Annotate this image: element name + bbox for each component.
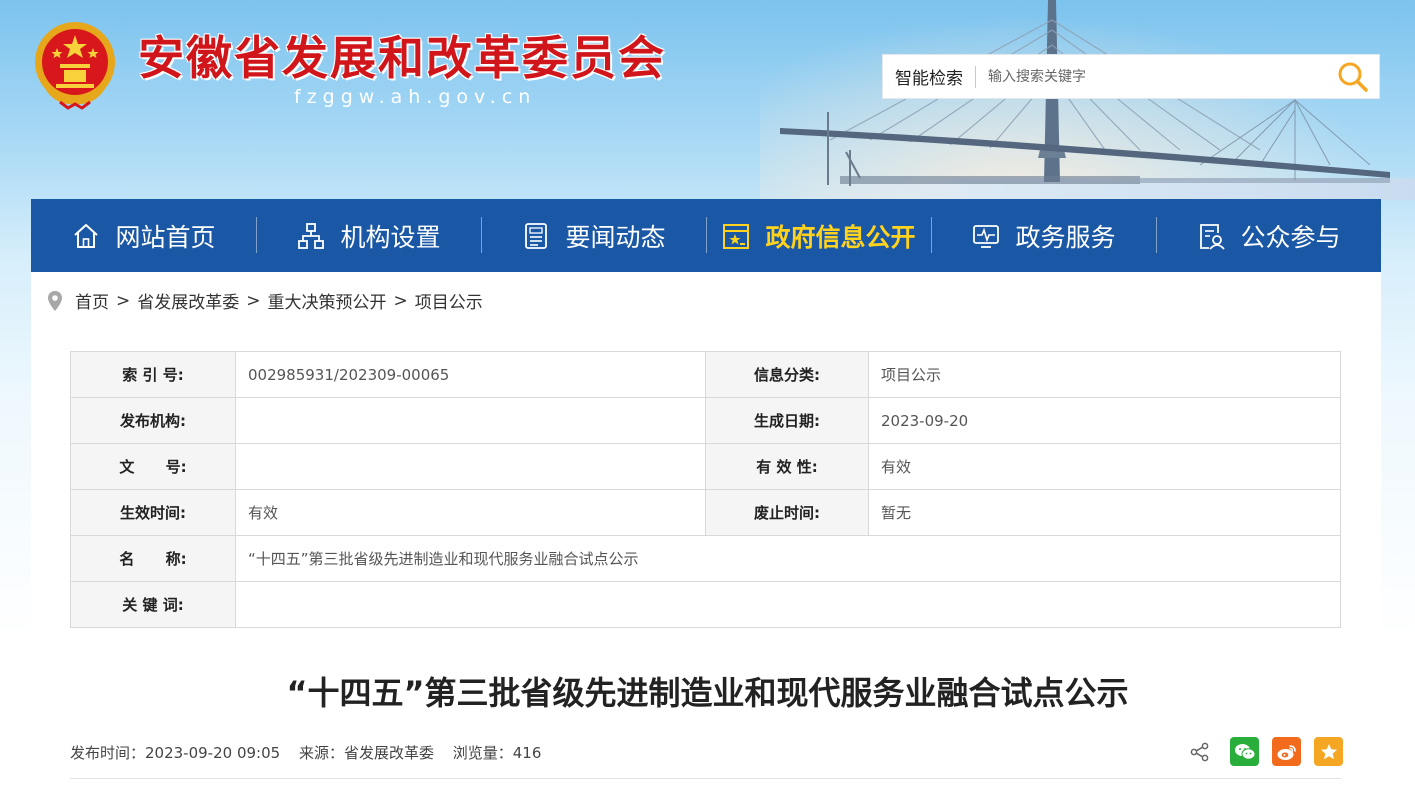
name-label: 名 称: bbox=[70, 535, 236, 582]
breadcrumb-project-notice[interactable]: 项目公示 bbox=[415, 288, 483, 313]
table-row: 关 键 词: bbox=[70, 581, 1341, 628]
divider bbox=[70, 778, 1341, 779]
nav-item-label: 要闻动态 bbox=[565, 222, 666, 252]
breadcrumb-separator: > bbox=[246, 290, 261, 311]
index-number-label: 索 引 号: bbox=[70, 351, 236, 398]
article-title: “十四五”第三批省级先进制造业和现代服务业融合试点公示 bbox=[286, 674, 1129, 712]
created-date-label: 生成日期: bbox=[705, 397, 869, 444]
keywords-label: 关 键 词: bbox=[70, 581, 236, 628]
breadcrumb-ndrc[interactable]: 省发展改革委 bbox=[137, 288, 239, 313]
nav-item-gov-info[interactable]: 政府信息公开 bbox=[706, 199, 931, 272]
effective-time-label: 生效时间: bbox=[70, 489, 236, 536]
validity-label: 有 效 性: bbox=[705, 443, 869, 490]
national-emblem-icon bbox=[35, 22, 115, 110]
breadcrumb-home[interactable]: 首页 bbox=[75, 288, 109, 313]
created-date-value: 2023-09-20 bbox=[868, 397, 1341, 444]
breadcrumb-decision-preview[interactable]: 重大决策预公开 bbox=[268, 288, 387, 313]
wechat-icon bbox=[1234, 743, 1255, 760]
news-icon bbox=[525, 222, 548, 249]
share-bar bbox=[1190, 737, 1343, 766]
wechat-share-button[interactable] bbox=[1230, 737, 1259, 766]
article-source: 来源：省发展改革委 bbox=[298, 744, 434, 762]
nav-item-service[interactable]: 政务服务 bbox=[931, 199, 1156, 272]
nav-item-organization[interactable]: 机构设置 bbox=[256, 199, 481, 272]
table-row: 生效时间: 有效 废止时间: 暂无 bbox=[70, 489, 1341, 536]
publisher-value bbox=[235, 397, 706, 444]
star-icon bbox=[1320, 743, 1337, 759]
doc-number-value bbox=[235, 443, 706, 490]
info-table: 索 引 号: 002985931/202309-00065 信息分类: 项目公示… bbox=[70, 351, 1341, 628]
search-input[interactable] bbox=[976, 56, 1296, 97]
nav-item-label: 机构设置 bbox=[340, 222, 441, 252]
nav-item-participation[interactable]: 公众参与 bbox=[1156, 199, 1381, 272]
nav-item-home[interactable]: 网站首页 bbox=[31, 199, 256, 272]
category-label: 信息分类: bbox=[705, 351, 869, 398]
breadcrumb-separator: > bbox=[116, 290, 131, 311]
search-box: 智能检索 bbox=[882, 54, 1380, 99]
expire-time-value: 暂无 bbox=[868, 489, 1341, 536]
gov-info-icon bbox=[723, 223, 750, 249]
nav-item-label: 政务服务 bbox=[1015, 222, 1116, 252]
table-row: 文 号: 有 效 性: 有效 bbox=[70, 443, 1341, 490]
site-domain: fzggw.ah.gov.cn bbox=[294, 86, 537, 108]
smart-search-label[interactable]: 智能检索 bbox=[883, 64, 975, 89]
table-row: 名 称: “十四五”第三批省级先进制造业和现代服务业融合试点公示 bbox=[70, 535, 1341, 582]
validity-value: 有效 bbox=[868, 443, 1341, 490]
participation-icon bbox=[1200, 223, 1226, 250]
main-nav: 网站首页 机构设置 要闻动态 政府信息公开 政务服务 公众参与 bbox=[31, 199, 1381, 272]
weibo-icon bbox=[1277, 744, 1296, 760]
share-icon[interactable] bbox=[1190, 742, 1210, 762]
nav-item-news[interactable]: 要闻动态 bbox=[481, 199, 706, 272]
publish-time: 发布时间：2023-09-20 09:05 bbox=[70, 744, 281, 762]
table-row: 索 引 号: 002985931/202309-00065 信息分类: 项目公示 bbox=[70, 351, 1341, 398]
nav-item-label: 网站首页 bbox=[115, 222, 216, 252]
breadcrumb: 首页 > 省发展改革委 > 重大决策预公开 > 项目公示 bbox=[47, 288, 483, 313]
effective-time-value: 有效 bbox=[235, 489, 706, 536]
article-meta: 发布时间：2023-09-20 09:05 来源：省发展改革委 浏览量：416 bbox=[70, 742, 555, 763]
service-icon bbox=[973, 224, 1000, 248]
keywords-value bbox=[235, 581, 1341, 628]
category-value: 项目公示 bbox=[868, 351, 1341, 398]
doc-number-label: 文 号: bbox=[70, 443, 236, 490]
org-chart-icon bbox=[298, 222, 325, 249]
nav-item-label: 公众参与 bbox=[1240, 222, 1341, 252]
breadcrumb-separator: > bbox=[393, 290, 408, 311]
expire-time-label: 废止时间: bbox=[705, 489, 869, 536]
table-row: 发布机构: 生成日期: 2023-09-20 bbox=[70, 397, 1341, 444]
favorite-button[interactable] bbox=[1314, 737, 1343, 766]
index-number-value: 002985931/202309-00065 bbox=[235, 351, 706, 398]
home-icon bbox=[74, 223, 99, 248]
site-title[interactable]: 安徽省发展和改革委员会 bbox=[138, 22, 666, 88]
nav-item-label: 政府信息公开 bbox=[765, 222, 916, 252]
location-pin-icon bbox=[48, 290, 62, 311]
name-value: “十四五”第三批省级先进制造业和现代服务业融合试点公示 bbox=[235, 535, 1341, 582]
search-icon[interactable] bbox=[1335, 59, 1371, 95]
weibo-share-button[interactable] bbox=[1272, 737, 1301, 766]
publisher-label: 发布机构: bbox=[70, 397, 236, 444]
view-count: 浏览量：416 bbox=[452, 744, 542, 762]
